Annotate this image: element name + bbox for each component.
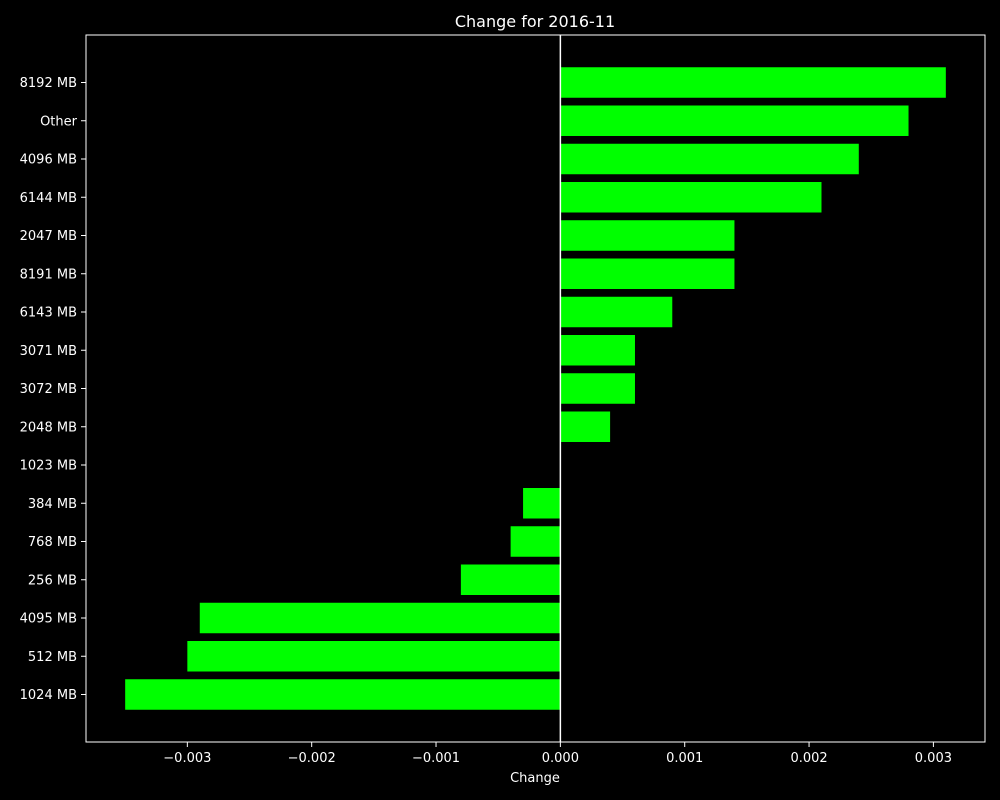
y-tick-label: 6144 MB	[20, 191, 77, 206]
bar	[560, 220, 735, 251]
bar	[560, 67, 946, 98]
x-tick-label: −0.003	[163, 751, 211, 766]
bar	[560, 373, 635, 404]
chart-title: Change for 2016-11	[455, 12, 615, 31]
y-tick-label: 8192 MB	[20, 76, 77, 91]
bar	[560, 296, 673, 328]
bar	[199, 602, 561, 634]
bar	[560, 335, 635, 366]
y-tick-label: 768 MB	[28, 535, 77, 550]
bar	[560, 143, 859, 175]
y-tick-label: 512 MB	[28, 650, 77, 665]
bar	[560, 258, 735, 289]
x-tick-label: −0.002	[288, 751, 336, 766]
y-tick-label: 1023 MB	[20, 459, 77, 474]
y-tick-label: 3072 MB	[20, 382, 77, 397]
bar	[560, 182, 822, 213]
y-tick-label: 384 MB	[28, 497, 77, 512]
bar	[560, 411, 611, 442]
y-tick-label: 2047 MB	[20, 229, 77, 244]
bar	[125, 679, 561, 710]
x-tick-label: 0.003	[915, 751, 952, 766]
x-axis-label: Change	[510, 771, 560, 786]
bar	[523, 488, 561, 519]
y-tick-label: 6143 MB	[20, 306, 77, 321]
x-tick-label: 0.000	[542, 751, 579, 766]
y-tick-label: 2048 MB	[20, 420, 77, 435]
x-tick-label: 0.002	[790, 751, 827, 766]
bar	[187, 641, 561, 672]
bar	[560, 105, 909, 136]
y-tick-label: 256 MB	[28, 573, 77, 588]
y-tick-label: 4096 MB	[20, 153, 77, 168]
y-tick-label: Other	[40, 114, 78, 129]
x-tick-label: −0.001	[412, 751, 460, 766]
y-tick-label: 1024 MB	[20, 688, 77, 703]
y-tick-label: 4095 MB	[20, 612, 77, 627]
bar-chart: Change for 2016-11 8192 MB Other 4096 MB 61…	[0, 0, 1000, 800]
x-tick-label: 0.001	[666, 751, 703, 766]
bar	[460, 564, 561, 595]
bar	[510, 526, 561, 557]
y-tick-label: 3071 MB	[20, 344, 77, 359]
y-tick-label: 8191 MB	[20, 267, 77, 282]
